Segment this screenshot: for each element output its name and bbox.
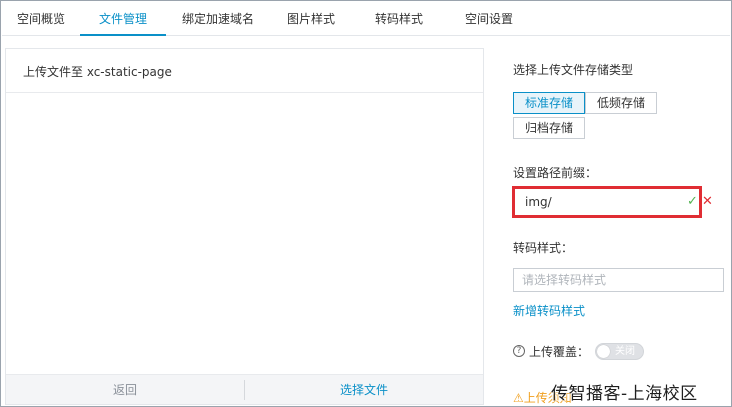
storage-option-standard[interactable]: 标准存储 [513, 92, 585, 114]
tab-space-overview[interactable]: 空间概览 [2, 2, 80, 36]
upload-panel: 上传文件至 xc-static-page 返回 选择文件 [5, 48, 484, 405]
transcode-style-select[interactable]: 请选择转码样式 [513, 268, 724, 292]
question-circle-icon[interactable]: ? [513, 345, 525, 357]
tab-file-management[interactable]: 文件管理 [80, 2, 166, 36]
upload-panel-footer: 返回 选择文件 [6, 374, 483, 404]
toggle-knob [597, 345, 610, 358]
annotation-highlight-box [512, 186, 702, 218]
add-transcode-style-link[interactable]: 新增转码样式 [513, 302, 585, 319]
tab-bind-domain[interactable]: 绑定加速域名 [166, 2, 270, 36]
check-icon[interactable]: ✓ [687, 194, 698, 209]
close-icon[interactable]: ✕ [702, 194, 713, 209]
storage-option-infrequent[interactable]: 低频存储 [585, 92, 657, 114]
transcode-style-label: 转码样式： [513, 241, 574, 255]
tab-image-style[interactable]: 图片样式 [270, 2, 352, 36]
window-frame: 空间概览 文件管理 绑定加速域名 图片样式 转码样式 空间设置 上传文件至 xc… [0, 0, 732, 407]
upload-panel-header: 上传文件至 xc-static-page [6, 49, 483, 93]
storage-type-title: 选择上传文件存储类型 [513, 63, 634, 77]
storage-option-archive[interactable]: 归档存储 [513, 117, 585, 139]
tab-transcode-style[interactable]: 转码样式 [352, 2, 446, 36]
tab-space-settings[interactable]: 空间设置 [446, 2, 532, 36]
path-prefix-label: 设置路径前缀： [513, 166, 598, 180]
tab-bar: 空间概览 文件管理 绑定加速域名 图片样式 转码样式 空间设置 [2, 2, 730, 36]
upload-overwrite-toggle[interactable]: 关闭 [595, 343, 644, 360]
back-button[interactable]: 返回 [6, 375, 244, 405]
upload-target-title: 上传文件至 xc-static-page [23, 65, 172, 79]
toggle-state-text: 关闭 [615, 346, 635, 357]
upload-overwrite-label: 上传覆盖： [529, 345, 590, 359]
watermark-text: 传智播客-上海校区 [551, 384, 698, 404]
select-file-button[interactable]: 选择文件 [245, 375, 483, 405]
